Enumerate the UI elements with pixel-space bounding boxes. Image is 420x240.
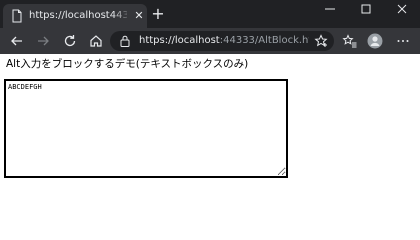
plus-icon[interactable]: + [150, 6, 166, 22]
home-icon[interactable] [88, 33, 104, 49]
favorites-icon[interactable] [342, 33, 358, 49]
address-bar[interactable]: https://localhost:44333/AltBlock.html [110, 31, 334, 51]
close-icon [397, 4, 407, 14]
url-text[interactable]: https://localhost:44333/AltBlock.html [139, 34, 309, 48]
title-bar: https://localhost44333/AltBlock.html ✕ + [0, 0, 420, 28]
url-path: :44333/AltBlock.html [219, 35, 309, 46]
demo-textbox[interactable]: ABCDEFGH [4, 79, 288, 178]
minimize-icon [325, 8, 335, 10]
maximize-icon [361, 4, 371, 14]
maximize-button[interactable] [348, 0, 384, 18]
forward-arrow-icon[interactable] [35, 33, 51, 49]
page-heading: Alt入力をブロックするデモ(テキストボックスのみ) [6, 58, 249, 70]
profile-icon[interactable] [367, 33, 383, 49]
back-arrow-icon[interactable] [9, 33, 25, 49]
star-add-icon[interactable] [313, 33, 329, 49]
url-host: https://localhost [139, 35, 220, 46]
window-close-button[interactable] [384, 0, 420, 18]
close-icon[interactable]: ✕ [133, 9, 145, 23]
browser-tab[interactable]: https://localhost44333/AltBlock.html ✕ [3, 4, 147, 28]
lock-icon[interactable] [119, 34, 131, 48]
tab-title-fade [113, 8, 131, 24]
minimize-button[interactable] [312, 0, 348, 18]
reload-icon[interactable] [62, 33, 78, 49]
page-icon [12, 9, 22, 23]
page-content: Alt入力をブロックするデモ(テキストボックスのみ) ABCDEFGH [0, 54, 420, 201]
more-icon[interactable] [395, 33, 411, 49]
browser-toolbar: https://localhost:44333/AltBlock.html [0, 28, 420, 54]
